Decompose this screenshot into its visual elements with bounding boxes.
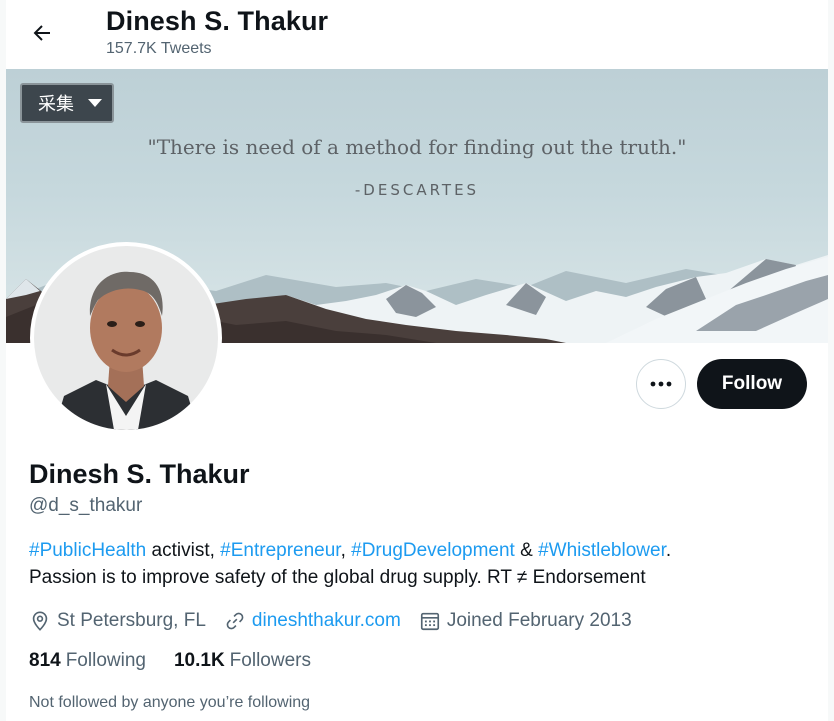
followers-label: Followers [229,650,311,671]
tweet-count: 157.7K Tweets [106,40,212,57]
link-icon [226,612,244,630]
bio-text: , [340,540,352,561]
profile-meta: St Petersburg, FL dineshthakur.com Joine… [29,607,650,635]
hashtag-entrepreneur[interactable]: #Entrepreneur [220,540,340,561]
bio-line-2: Passion is to improve safety of the glob… [29,567,646,588]
profile-header: Dinesh S. Thakur 157.7K Tweets [6,0,828,69]
bio-text: & [514,540,539,561]
header-title: Dinesh S. Thakur [106,6,329,36]
banner-quote: "There is need of a method for finding o… [147,135,687,159]
more-options-button[interactable] [636,359,686,409]
following-label: Following [65,650,146,671]
bio-text: . [665,540,672,561]
followers-count: 10.1K [173,650,225,671]
collect-dropdown-button[interactable]: 采集 [20,83,114,123]
banner-author: -DESCARTES [354,181,480,199]
hashtag-whistleblower[interactable]: #Whistleblower [538,540,666,561]
more-horizontal-icon [650,381,672,387]
followers-link[interactable]: 10.1K Followers [174,650,311,672]
right-gutter [828,0,834,721]
website-link[interactable]: dineshthakur.com [252,610,401,632]
location-item: St Petersburg, FL [29,610,206,632]
caret-down-icon [88,99,102,107]
follow-stats: 814 Following 10.1K Followers [29,650,339,672]
following-count: 814 [29,650,61,671]
website-item: dineshthakur.com [224,610,401,632]
not-followed-note: Not followed by anyone you’re following [29,694,311,711]
hashtag-drugdevelopment[interactable]: #DrugDevelopment [351,540,515,561]
joined-text: Joined February 2013 [446,610,632,631]
profile-handle: @d_s_thakur [29,495,143,516]
hashtag-publichealth[interactable]: #PublicHealth [29,540,146,561]
joined-item: Joined February 2013 [419,610,632,632]
back-button[interactable] [26,17,58,49]
bio-text: activist, [146,540,221,561]
profile-photo [34,246,218,430]
location-text: St Petersburg, FL [57,610,206,631]
avatar[interactable] [30,242,222,434]
calendar-icon [420,612,439,631]
follow-button[interactable]: Follow [697,359,807,409]
location-pin-icon [32,611,48,631]
following-link[interactable]: 814 Following [29,650,146,672]
profile-bio: #PublicHealth activist, #Entrepreneur, #… [29,537,809,591]
collect-label: 采集 [38,94,74,114]
arrow-left-icon [33,25,50,41]
profile-name: Dinesh S. Thakur [29,459,250,489]
